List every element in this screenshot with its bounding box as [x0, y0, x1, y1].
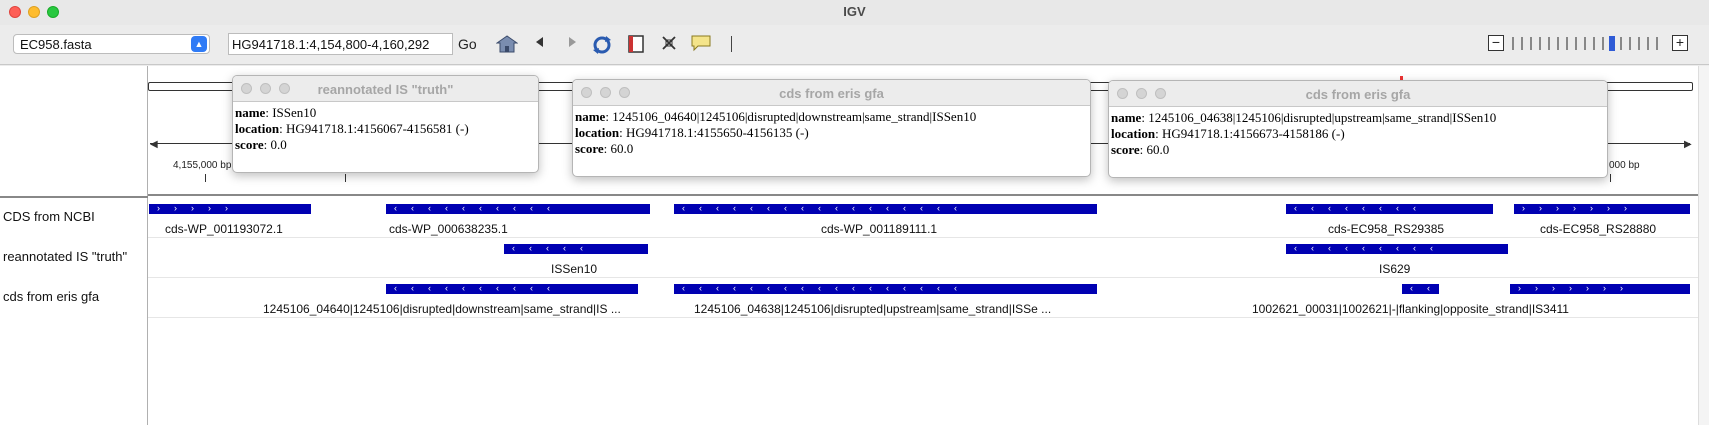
popup-reannotated-is[interactable]: reannotated IS "truth" name: ISSen10 loc…: [232, 75, 539, 173]
refresh-icon[interactable]: [591, 34, 613, 56]
popup-field-name: name: ISSen10: [235, 105, 317, 120]
popup-title: reannotated IS "truth": [317, 82, 454, 97]
popup-header[interactable]: cds from eris gfa: [573, 80, 1090, 106]
feature-cds-ec958-rs29385[interactable]: ‹‹‹‹‹‹‹‹: [1286, 204, 1493, 214]
feature-1245106-04640[interactable]: ‹‹‹‹‹‹‹‹‹‹: [386, 284, 638, 294]
vertical-scrollbar[interactable]: [1698, 66, 1709, 425]
dropdown-arrow-icon: ▲︎: [191, 36, 207, 52]
popup-field-score: score: 60.0: [1111, 142, 1170, 157]
feature-label: cds-WP_001189111.1: [821, 222, 938, 236]
feature-cds-wp-001193072[interactable]: ›››››: [149, 204, 311, 214]
ruler-tick: [345, 174, 346, 182]
popup-title: cds from eris gfa: [1305, 87, 1411, 102]
popup-eris-gfa-04638[interactable]: cds from eris gfa name: 1245106_04638|12…: [1108, 80, 1608, 178]
ruler-tick-label-right: 000 bp: [1609, 160, 1640, 171]
feature-cds-ec958-rs28880[interactable]: ›››››››: [1514, 204, 1690, 214]
ruler-tick-label-left: 4,155,000 bp: [173, 160, 232, 171]
ruler-right-arrow-icon: ▶︎: [1684, 139, 1692, 150]
zoom-in-button[interactable]: +: [1672, 35, 1688, 51]
track-name-eris-gfa[interactable]: cds from eris gfa: [3, 289, 99, 304]
popup-title: cds from eris gfa: [779, 86, 884, 101]
ruler-tick: [205, 174, 206, 182]
popup-field-score: score: 0.0: [235, 137, 287, 152]
zoom-slider[interactable]: [1510, 36, 1665, 51]
feature-label: 1245106_04638|1245106|disrupted|upstream…: [694, 302, 1052, 316]
feature-issen10[interactable]: ‹‹‹‹‹: [504, 244, 648, 254]
feature-eris-small[interactable]: ‹‹: [1402, 284, 1439, 294]
feature-is629[interactable]: ‹‹‹‹‹‹‹‹‹: [1286, 244, 1508, 254]
ruler-tick: [1610, 174, 1611, 182]
track-separator: [148, 237, 1698, 238]
popup-field-location: location: HG941718.1:4156067-4156581 (-): [235, 121, 469, 136]
popup-body: name: ISSen10 location: HG941718.1:41560…: [233, 102, 538, 156]
popup-eris-gfa-04640[interactable]: cds from eris gfa name: 1245106_04640|12…: [572, 79, 1091, 177]
popup-header[interactable]: reannotated IS "truth": [233, 76, 538, 102]
genome-dropdown[interactable]: EC958.fasta ▲︎: [13, 34, 210, 54]
popup-header[interactable]: cds from eris gfa: [1109, 81, 1607, 107]
locus-input[interactable]: HG941718.1:4,154,800-4,160,292: [228, 33, 453, 55]
feature-label: 1245106_04640|1245106|disrupted|downstre…: [263, 302, 621, 316]
header-divider: [0, 196, 148, 198]
feature-label: 1002621_00031|1002621|-|flanking|opposit…: [1252, 302, 1569, 316]
feature-1002621-00031[interactable]: ›››››››: [1510, 284, 1690, 294]
window-title: IGV: [843, 4, 866, 19]
feature-label: cds-EC958_RS28880: [1540, 222, 1657, 236]
ruler-icon[interactable]: [625, 34, 647, 56]
popup-field-location: location: HG941718.1:4155650-4156135 (-): [575, 125, 809, 140]
popup-field-score: score: 60.0: [575, 141, 634, 156]
go-button[interactable]: Go: [458, 36, 477, 52]
forward-icon[interactable]: [561, 34, 583, 56]
feature-label: cds-WP_001193072.1: [165, 222, 283, 236]
toolbar-separator: [731, 36, 732, 52]
feature-label: cds-EC958_RS29385: [1328, 222, 1445, 236]
track-name-panel: [0, 66, 148, 425]
track-separator: [148, 317, 1698, 318]
feature-label: ISSen10: [551, 262, 598, 276]
track-name-cds-ncbi[interactable]: CDS from NCBI: [3, 209, 95, 224]
track-separator: [148, 277, 1698, 278]
popup-field-name: name: 1245106_04638|1245106|disrupted|up…: [1111, 110, 1497, 125]
feature-cds-wp-000638235[interactable]: ‹‹‹‹‹‹‹‹‹‹: [386, 204, 650, 214]
popup-text-icon[interactable]: [690, 34, 712, 56]
feature-cds-wp-001189111[interactable]: ‹‹‹‹‹‹‹‹‹‹‹‹‹‹‹‹‹: [674, 204, 1097, 214]
popup-body: name: 1245106_04640|1245106|disrupted|do…: [573, 106, 1090, 160]
ruler-left-arrow-icon: ◀︎: [150, 139, 158, 150]
feature-label: IS629: [1379, 262, 1411, 276]
popup-field-location: location: HG941718.1:4156673-4158186 (-): [1111, 126, 1345, 141]
back-icon[interactable]: [529, 34, 551, 56]
popup-body: name: 1245106_04638|1245106|disrupted|up…: [1109, 107, 1607, 161]
popup-field-name: name: 1245106_04640|1245106|disrupted|do…: [575, 109, 977, 124]
genome-dropdown-value: EC958.fasta: [20, 37, 92, 52]
toolbar: EC958.fasta ▲︎ HG941718.1:4,154,800-4,16…: [0, 25, 1709, 65]
track-name-reannotated-is[interactable]: reannotated IS "truth": [3, 249, 127, 264]
feature-1245106-04638[interactable]: ‹‹‹‹‹‹‹‹‹‹‹‹‹‹‹‹‹: [674, 284, 1097, 294]
zoom-out-button[interactable]: −: [1488, 35, 1504, 51]
home-icon[interactable]: [495, 34, 519, 56]
resize-icon[interactable]: [658, 34, 680, 56]
feature-label: cds-WP_000638235.1: [389, 222, 508, 236]
window-titlebar: IGV: [0, 0, 1709, 25]
